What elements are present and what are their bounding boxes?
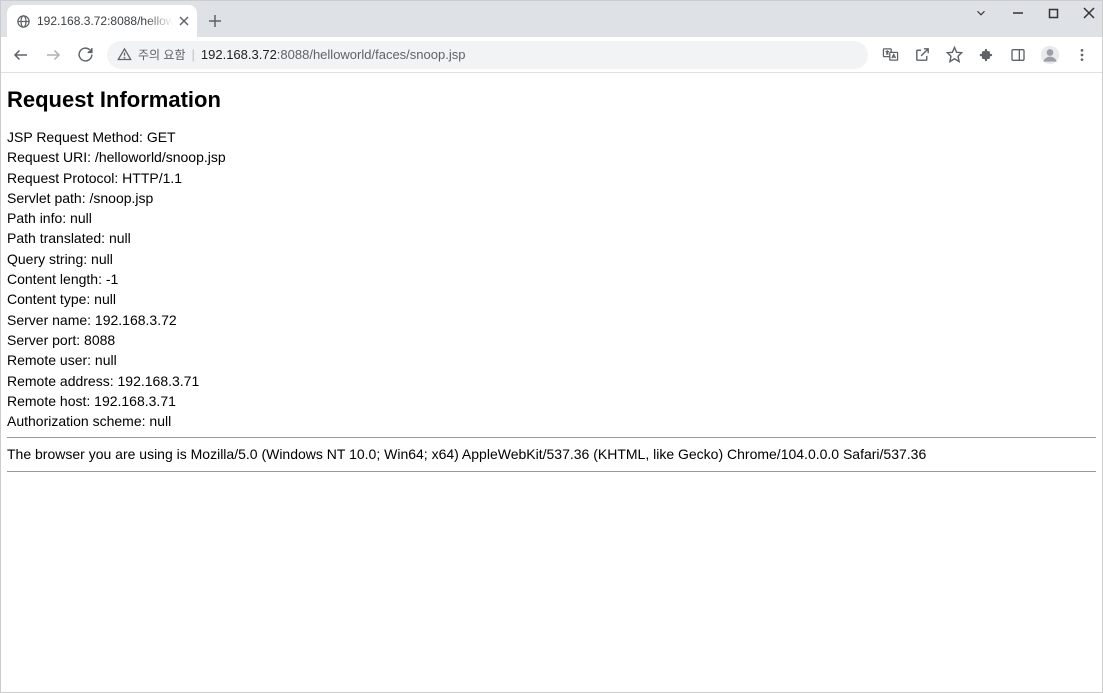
- url-text: 192.168.3.72:8088/helloworld/faces/snoop…: [201, 47, 466, 62]
- minimize-button[interactable]: [1012, 7, 1024, 19]
- url-host: 192.168.3.72: [201, 47, 277, 62]
- security-label: 주의 요함: [138, 46, 186, 63]
- page-title: Request Information: [7, 87, 1096, 113]
- info-line: JSP Request Method: GET: [7, 127, 1096, 147]
- profile-button[interactable]: [1036, 41, 1064, 69]
- chevron-down-icon[interactable]: [974, 6, 988, 20]
- divider: [7, 437, 1096, 438]
- page-content: Request Information JSP Request Method: …: [1, 73, 1102, 482]
- browser-tab[interactable]: 192.168.3.72:8088/helloworld/fa: [7, 5, 197, 37]
- divider: [7, 471, 1096, 472]
- info-line: Request URI: /helloworld/snoop.jsp: [7, 147, 1096, 167]
- info-line: Content type: null: [7, 289, 1096, 309]
- browser-toolbar: 주의 요함 | 192.168.3.72:8088/helloworld/fac…: [1, 37, 1102, 73]
- info-line: Remote user: null: [7, 350, 1096, 370]
- maximize-button[interactable]: [1048, 8, 1059, 19]
- menu-button[interactable]: [1068, 41, 1096, 69]
- url-path: /helloworld/faces/snoop.jsp: [309, 47, 465, 62]
- tab-title: 192.168.3.72:8088/helloworld/fa: [37, 14, 173, 28]
- url-port: :8088: [277, 47, 310, 62]
- omnibox-separator: |: [192, 47, 195, 62]
- translate-button[interactable]: [876, 41, 904, 69]
- info-line: Remote host: 192.168.3.71: [7, 391, 1096, 411]
- info-line: Servlet path: /snoop.jsp: [7, 188, 1096, 208]
- forward-button[interactable]: [39, 41, 67, 69]
- info-line: Request Protocol: HTTP/1.1: [7, 168, 1096, 188]
- back-button[interactable]: [7, 41, 35, 69]
- extensions-button[interactable]: [972, 41, 1000, 69]
- info-line: Remote address: 192.168.3.71: [7, 371, 1096, 391]
- close-tab-button[interactable]: [179, 16, 189, 26]
- globe-icon: [15, 13, 31, 29]
- new-tab-button[interactable]: [201, 7, 229, 35]
- info-line: Content length: -1: [7, 269, 1096, 289]
- reload-button[interactable]: [71, 41, 99, 69]
- info-line: Path info: null: [7, 208, 1096, 228]
- not-secure-icon: [117, 47, 132, 62]
- share-button[interactable]: [908, 41, 936, 69]
- user-agent-line: The browser you are using is Mozilla/5.0…: [7, 444, 1096, 464]
- tab-strip: 192.168.3.72:8088/helloworld/fa: [1, 1, 1102, 37]
- info-line: Query string: null: [7, 249, 1096, 269]
- bookmark-button[interactable]: [940, 41, 968, 69]
- close-window-button[interactable]: [1083, 7, 1095, 19]
- address-bar[interactable]: 주의 요함 | 192.168.3.72:8088/helloworld/fac…: [107, 41, 868, 69]
- info-line: Server name: 192.168.3.72: [7, 310, 1096, 330]
- info-line: Path translated: null: [7, 228, 1096, 248]
- sidepanel-button[interactable]: [1004, 41, 1032, 69]
- info-line: Authorization scheme: null: [7, 411, 1096, 431]
- info-line: Server port: 8088: [7, 330, 1096, 350]
